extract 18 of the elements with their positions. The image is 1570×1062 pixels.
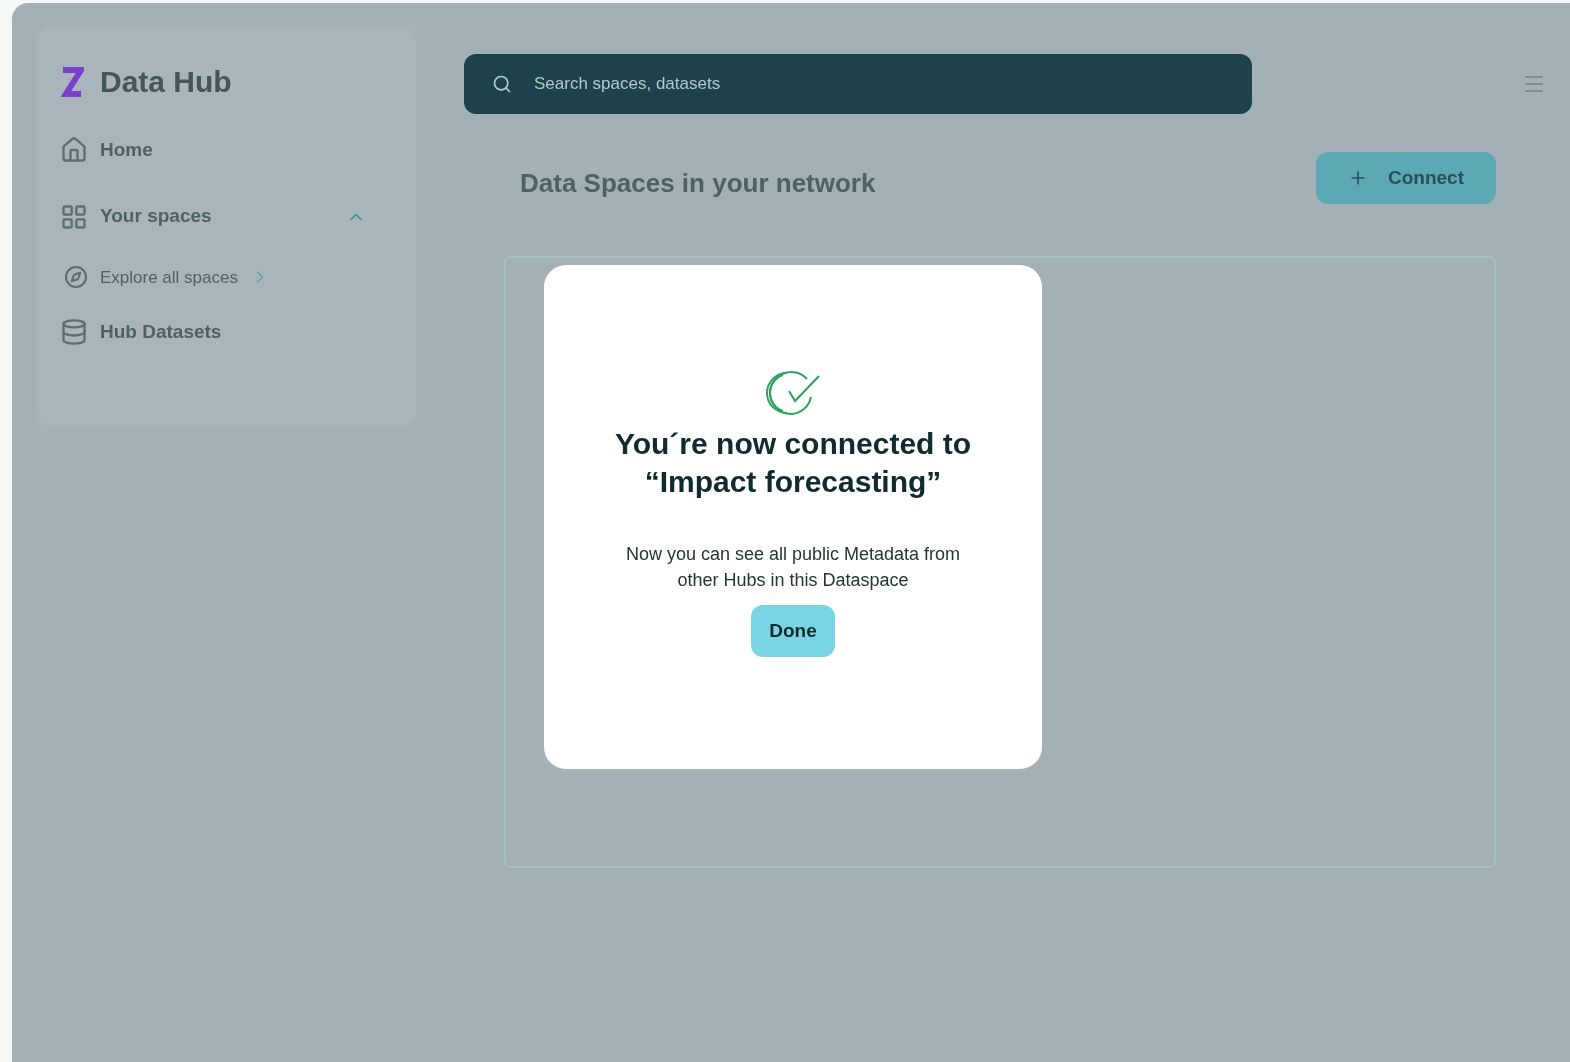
sidebar-link[interactable]: Home [100, 136, 153, 165]
connected-check-icon [763, 369, 823, 417]
database-icon [60, 318, 88, 347]
sidebar-link[interactable]: Your spaces [100, 202, 212, 231]
grid-icon [60, 202, 88, 231]
sidebar-link[interactable]: Hub Datasets [100, 318, 222, 347]
connect-button[interactable]: Connect [1316, 152, 1496, 204]
sidebar-link[interactable]: Explore all spaces [100, 264, 238, 290]
house-icon [60, 136, 88, 165]
search-icon [492, 74, 512, 94]
search-field[interactable]: Search spaces, datasets [464, 54, 1252, 114]
done-button[interactable]: Done [751, 605, 835, 657]
compass-icon [64, 265, 88, 290]
dialog-message: Now you can see all public Metadata from other Hubs in this Dataspace [625, 543, 961, 592]
page-title: Data Spaces in your network [520, 167, 876, 200]
brand-name: Data Hub [100, 64, 232, 100]
dialog-title: You´re now connected to “Impact forecasting” [614, 426, 972, 500]
logo-icon [60, 66, 84, 97]
